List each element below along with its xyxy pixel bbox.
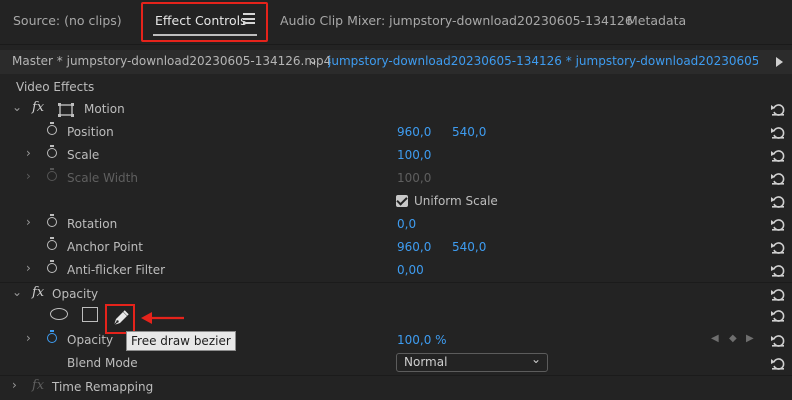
tab-source[interactable]: Source: (no clips) [13,13,122,28]
property-row-uniform-scale: Uniform Scale [0,190,792,213]
chevron-right-icon[interactable]: › [26,146,31,160]
reset-icon[interactable] [770,355,786,371]
tooltip: Free draw bezier [126,331,236,351]
chevron-right-icon[interactable]: › [26,215,31,229]
effect-row-motion[interactable]: ⌄ fx Motion [0,98,792,121]
property-row-anti-flicker: › Anti-flicker Filter 0,00 [0,259,792,282]
scale-value[interactable]: 100,0 [397,148,431,162]
reset-icon[interactable] [770,307,786,323]
ellipse-mask-icon[interactable] [50,308,68,320]
property-label: Position [67,125,114,139]
effect-name-opacity: Opacity [52,287,99,301]
property-label: Scale Width [67,171,138,185]
next-keyframe-icon[interactable]: ▶ [746,333,754,344]
reset-icon[interactable] [770,124,786,140]
prev-keyframe-icon[interactable]: ◀ [711,333,719,344]
reset-icon[interactable] [770,239,786,255]
chevron-right-icon: › [26,169,31,183]
clip-header: Master * jumpstory-download20230605-1341… [0,50,792,74]
anchor-y-value[interactable]: 540,0 [452,240,486,254]
panel-tab-bar: Source: (no clips) Effect Controls Audio… [0,0,792,45]
chevron-down-icon[interactable]: ⌄ [12,100,22,114]
anchor-x-value[interactable]: 960,0 [397,240,431,254]
fx-icon[interactable]: fx [32,100,44,115]
fx-icon[interactable]: fx [32,285,44,300]
stopwatch-icon[interactable] [47,330,57,343]
motion-icon[interactable] [57,103,75,117]
tab-audio-clip-mixer[interactable]: Audio Clip Mixer: jumpstory-download2023… [280,13,633,28]
property-label: Anti-flicker Filter [67,263,166,277]
effect-name-time-remapping: Time Remapping [52,380,154,394]
play-icon[interactable] [776,57,783,67]
section-title: Video Effects [16,80,95,94]
position-x-value[interactable]: 960,0 [397,125,431,139]
blend-mode-value: Normal [404,355,448,369]
stopwatch-icon[interactable] [47,122,57,135]
sequence-clip-label[interactable]: jumpstory-download20230605-134126 * jump… [328,54,758,68]
mask-tools-row [0,304,792,334]
effect-row-time-remapping[interactable]: › fx Time Remapping [0,376,792,399]
fx-icon: fx [32,378,45,393]
property-row-scale-width: › Scale Width 100,0 [0,167,792,190]
rotation-value[interactable]: 0,0 [397,217,416,231]
property-row-anchor-point: Anchor Point 960,0 540,0 [0,236,792,259]
master-clip-label[interactable]: Master * jumpstory-download20230605-1341… [12,54,331,68]
position-y-value[interactable]: 540,0 [452,125,486,139]
reset-icon[interactable] [770,170,786,186]
reset-icon[interactable] [770,193,786,209]
reset-icon[interactable] [770,262,786,278]
chevron-right-icon[interactable]: › [12,378,17,392]
tab-highlight-annotation [141,2,268,42]
uniform-scale-label: Uniform Scale [414,194,498,208]
scale-width-value: 100,0 [397,171,432,185]
property-label: Scale [67,148,100,162]
uniform-scale-checkbox[interactable] [396,195,408,207]
stopwatch-icon[interactable] [47,260,57,273]
chevron-down-icon: ⌄ [530,352,541,366]
reset-icon[interactable] [770,101,786,117]
section-header: Video Effects [0,76,792,99]
property-label: Rotation [67,217,118,231]
rectangle-mask-icon[interactable] [82,307,98,322]
chevron-down-icon[interactable]: ⌄ [12,285,22,299]
effect-name-motion: Motion [84,102,125,116]
reset-icon[interactable] [770,286,786,302]
effect-row-opacity[interactable]: ⌄ fx Opacity [0,283,792,306]
reset-icon[interactable] [770,332,786,348]
property-label: Anchor Point [67,240,143,254]
property-row-opacity: › Opacity 100,0 % ◀ ◆ ▶ [0,329,792,352]
property-row-position: Position 960,0 540,0 [0,121,792,144]
property-row-rotation: › Rotation 0,0 [0,213,792,236]
stopwatch-icon[interactable] [47,214,57,227]
blend-mode-select[interactable]: Normal ⌄ [396,352,548,372]
property-row-blend-mode: Blend Mode Normal ⌄ [0,352,792,375]
add-keyframe-icon[interactable]: ◆ [729,333,737,344]
chevron-right-icon[interactable]: › [26,331,31,345]
property-label: Blend Mode [67,356,138,370]
property-label: Opacity [67,333,114,347]
stopwatch-icon [47,168,57,181]
chevron-down-icon[interactable]: ⌄ [308,53,318,67]
property-row-scale: › Scale 100,0 [0,144,792,167]
chevron-right-icon[interactable]: › [26,261,31,275]
tab-metadata[interactable]: Metadata [627,13,686,28]
arrow-icon [141,312,184,324]
reset-icon[interactable] [770,147,786,163]
opacity-value[interactable]: 100,0 % [397,333,447,347]
anti-flicker-value[interactable]: 0,00 [397,263,424,277]
reset-icon[interactable] [770,216,786,232]
stopwatch-icon[interactable] [47,237,57,250]
stopwatch-icon[interactable] [47,145,57,158]
